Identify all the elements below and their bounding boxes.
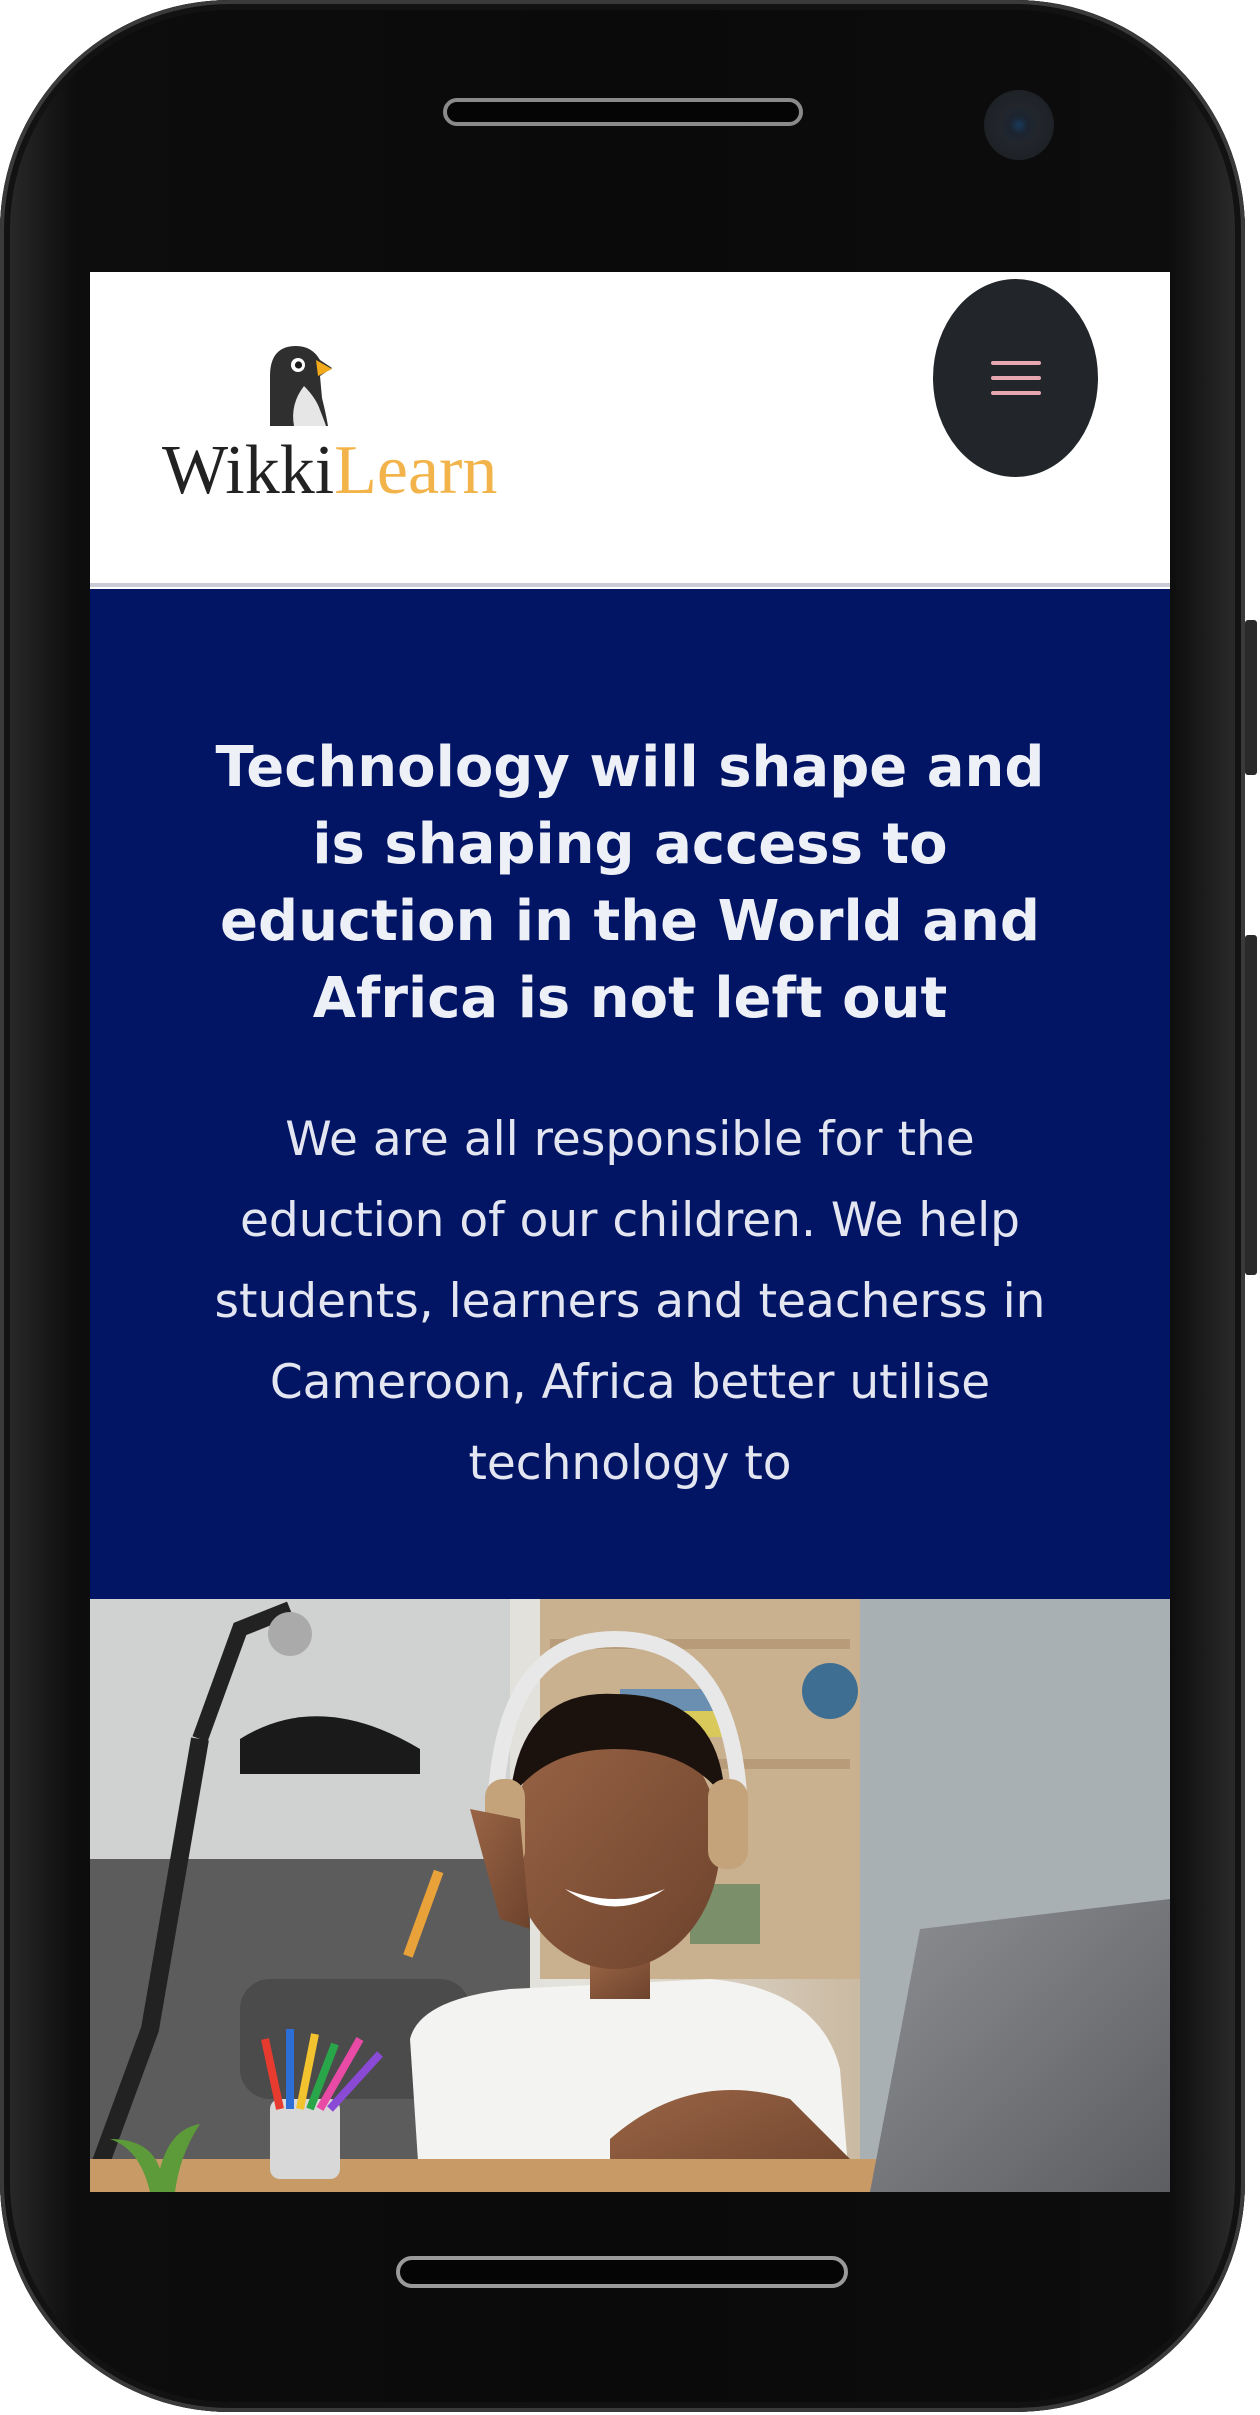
hero-section: Technology will shape and is shaping acc… — [90, 589, 1170, 1725]
student-photo-illustration — [90, 1599, 1170, 2192]
penguin-icon — [270, 346, 332, 426]
phone-screen: WikkiLearn Technology will shape and is … — [90, 272, 1170, 2192]
earpiece-speaker — [443, 98, 803, 126]
hero-text: We are all responsible for the eduction … — [214, 1112, 1046, 1491]
phone-frame: WikkiLearn Technology will shape and is … — [0, 0, 1257, 2412]
hero-title: Technology will shape and is shaping acc… — [215, 735, 1045, 1031]
volume-button — [1245, 620, 1257, 775]
brand-logo[interactable]: WikkiLearn — [162, 338, 522, 528]
menu-button[interactable] — [933, 279, 1098, 477]
front-camera — [984, 90, 1054, 160]
brand-wordmark: WikkiLearn — [162, 428, 497, 514]
brand-name-part2: Learn — [334, 432, 498, 509]
home-indicator — [396, 2256, 848, 2288]
brand-name-part1: Wikki — [162, 432, 335, 509]
student-photo — [90, 1599, 1170, 2192]
site-header: WikkiLearn — [90, 272, 1170, 587]
power-button — [1245, 935, 1257, 1275]
